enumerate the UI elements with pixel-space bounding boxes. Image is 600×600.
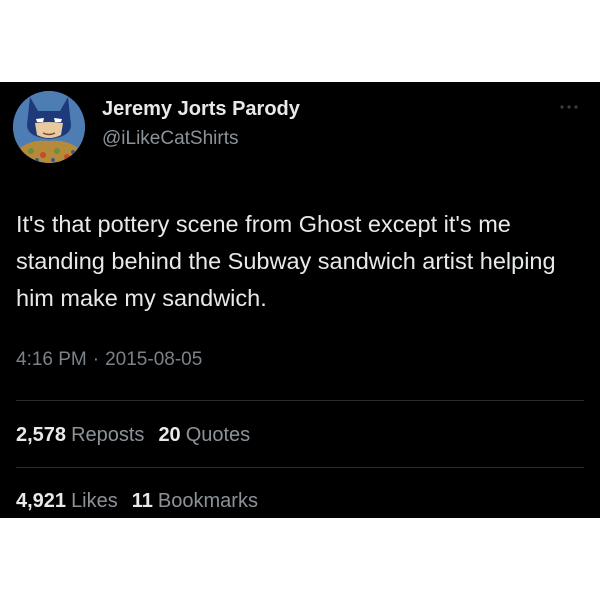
divider — [16, 467, 584, 468]
reposts-count: 2,578 — [16, 424, 67, 446]
tweet-card: Jeremy Jorts Parody @iLikeCatShirts It's… — [0, 82, 600, 518]
tweet-text: It's that pottery scene from Ghost excep… — [16, 211, 556, 311]
likes-label: Likes — [71, 490, 118, 512]
bookmarks-label: Bookmarks — [157, 490, 258, 512]
quotes-stat[interactable]: 20 Quotes — [158, 424, 250, 446]
stats-row-likes-bookmarks: 4,921 Likes 11 Bookmarks — [16, 490, 258, 513]
reposts-stat[interactable]: 2,578 Reposts — [16, 424, 144, 446]
divider — [16, 400, 584, 401]
quotes-count: 20 — [158, 424, 181, 446]
likes-stat[interactable]: 4,921 Likes — [16, 490, 118, 512]
reposts-label: Reposts — [71, 424, 145, 446]
more-dots-icon[interactable] — [558, 102, 580, 112]
tweet-date: 2015-08-05 — [105, 349, 203, 370]
meta-separator: · — [92, 349, 100, 370]
batman-avatar-icon — [13, 91, 85, 163]
quotes-label: Quotes — [185, 424, 251, 446]
likes-count: 4,921 — [16, 490, 67, 512]
avatar[interactable] — [13, 91, 85, 163]
bookmarks-count: 11 — [131, 490, 153, 512]
bookmarks-stat[interactable]: 11 Bookmarks — [132, 490, 258, 512]
tweet-timestamp[interactable]: 4:16 PM · 2015-08-05 — [16, 349, 202, 371]
stats-row-reposts-quotes: 2,578 Reposts 20 Quotes — [16, 424, 250, 447]
author-handle[interactable]: @iLikeCatShirts — [102, 128, 239, 150]
tweet-time: 4:16 PM — [16, 349, 87, 370]
author-display-name[interactable]: Jeremy Jorts Parody — [102, 98, 300, 121]
